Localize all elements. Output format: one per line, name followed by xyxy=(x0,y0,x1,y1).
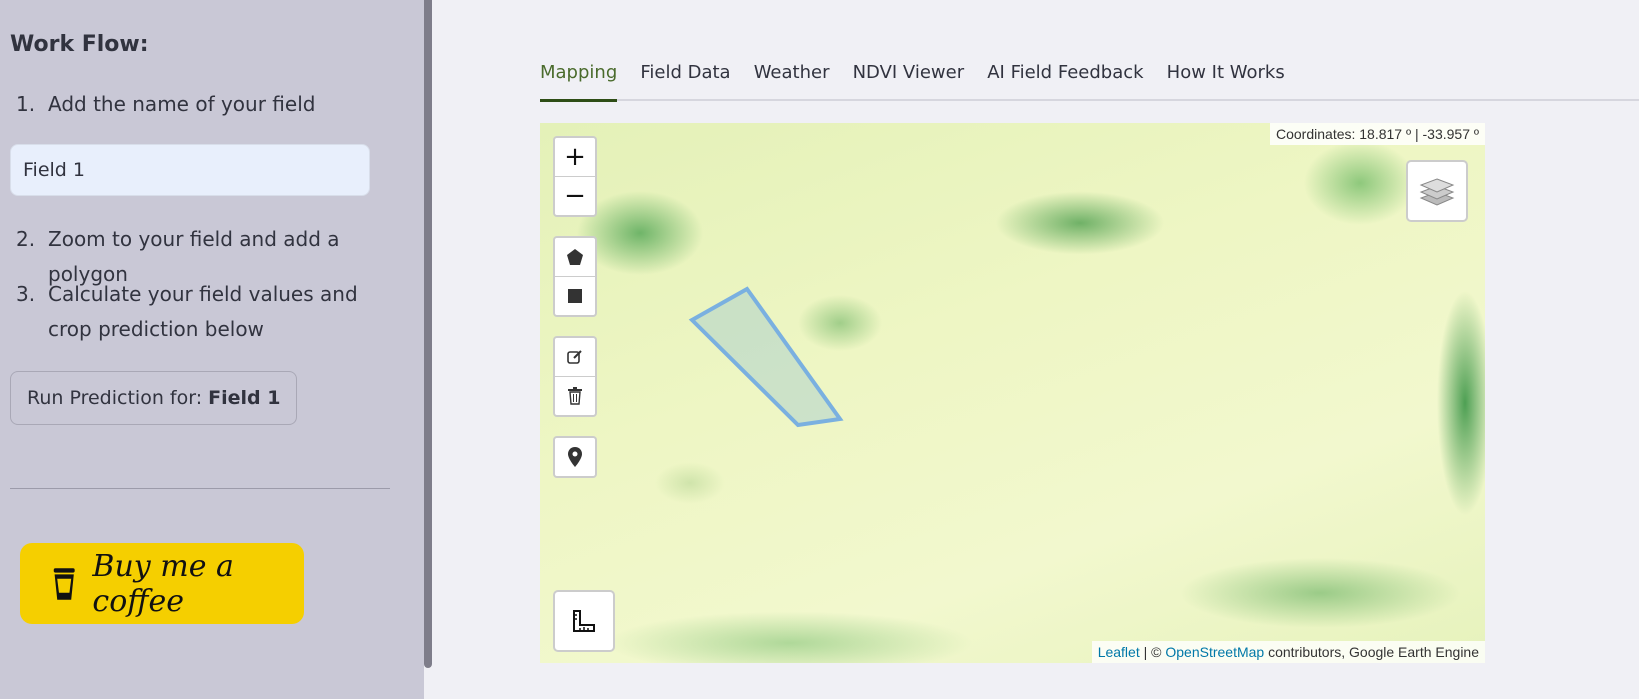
field-name-input[interactable] xyxy=(10,144,370,196)
attribution-rest: contributors, Google Earth Engine xyxy=(1268,644,1479,660)
workflow-title: Work Flow: xyxy=(10,32,149,57)
step-text: Calculate your field values and crop pre… xyxy=(48,282,358,341)
coordinates-readout: Coordinates: 18.817 º | -33.957 º xyxy=(1270,123,1485,145)
draw-marker-button[interactable] xyxy=(555,438,595,476)
layers-control-button[interactable] xyxy=(1406,160,1468,222)
edit-layers-button[interactable] xyxy=(555,338,595,377)
sidebar: Work Flow: 1. Add the name of your field … xyxy=(0,0,424,699)
coffee-label: Buy me a coffee xyxy=(92,548,234,619)
zoom-control: + − xyxy=(553,136,597,217)
buy-me-a-coffee-button[interactable]: Buy me a coffee xyxy=(20,543,304,624)
draw-polygon-button[interactable] xyxy=(555,238,595,277)
tab-field-data[interactable]: Field Data xyxy=(640,56,730,99)
leaflet-link[interactable]: Leaflet xyxy=(1098,644,1140,660)
rectangle-icon xyxy=(568,289,582,303)
edit-icon xyxy=(567,350,582,364)
tab-how-it-works[interactable]: How It Works xyxy=(1167,56,1285,99)
coffee-cup-icon xyxy=(53,567,75,600)
tab-ai-field-feedback[interactable]: AI Field Feedback xyxy=(987,56,1143,99)
openstreetmap-link[interactable]: OpenStreetMap xyxy=(1165,644,1264,660)
step-number: 2. xyxy=(16,227,36,251)
run-prediction-field: Field 1 xyxy=(208,387,281,409)
measure-button[interactable] xyxy=(553,590,615,652)
tab-mapping[interactable]: Mapping xyxy=(540,56,618,102)
draw-rectangle-button[interactable] xyxy=(555,277,595,315)
field-polygon-layer xyxy=(688,286,844,428)
marker-icon xyxy=(568,447,582,467)
step-number: 3. xyxy=(16,282,36,306)
sidebar-scrollbar[interactable] xyxy=(424,0,432,668)
marker-toolbar xyxy=(553,436,597,478)
run-prediction-prefix: Run Prediction for: xyxy=(27,387,203,409)
step-text: Add the name of your field xyxy=(48,92,316,116)
map-attribution: Leaflet | © OpenStreetMap contributors, … xyxy=(1091,641,1485,663)
polygon-icon xyxy=(567,249,583,265)
map[interactable]: Coordinates: 18.817 º | -33.957 º + − Le… xyxy=(540,123,1485,663)
tab-weather[interactable]: Weather xyxy=(754,56,830,99)
edit-toolbar xyxy=(553,336,597,417)
divider xyxy=(10,488,390,489)
delete-layers-button[interactable] xyxy=(555,377,595,415)
step-number: 1. xyxy=(16,92,36,116)
attribution-separator: | © xyxy=(1143,644,1162,660)
trash-icon xyxy=(568,387,582,405)
run-prediction-button[interactable]: Run Prediction for: Field 1 xyxy=(10,371,298,425)
tab-bar: Mapping Field Data Weather NDVI Viewer A… xyxy=(540,56,1639,102)
ruler-icon xyxy=(573,610,595,632)
tab-ndvi-viewer[interactable]: NDVI Viewer xyxy=(853,56,965,99)
zoom-out-button[interactable]: − xyxy=(555,177,595,215)
draw-toolbar xyxy=(553,236,597,317)
layers-icon xyxy=(1419,178,1455,206)
zoom-in-button[interactable]: + xyxy=(555,138,595,177)
step-1: 1. Add the name of your field xyxy=(16,87,388,122)
step-3: 3. Calculate your field values and crop p… xyxy=(16,277,388,347)
field-polygon[interactable] xyxy=(688,286,844,428)
